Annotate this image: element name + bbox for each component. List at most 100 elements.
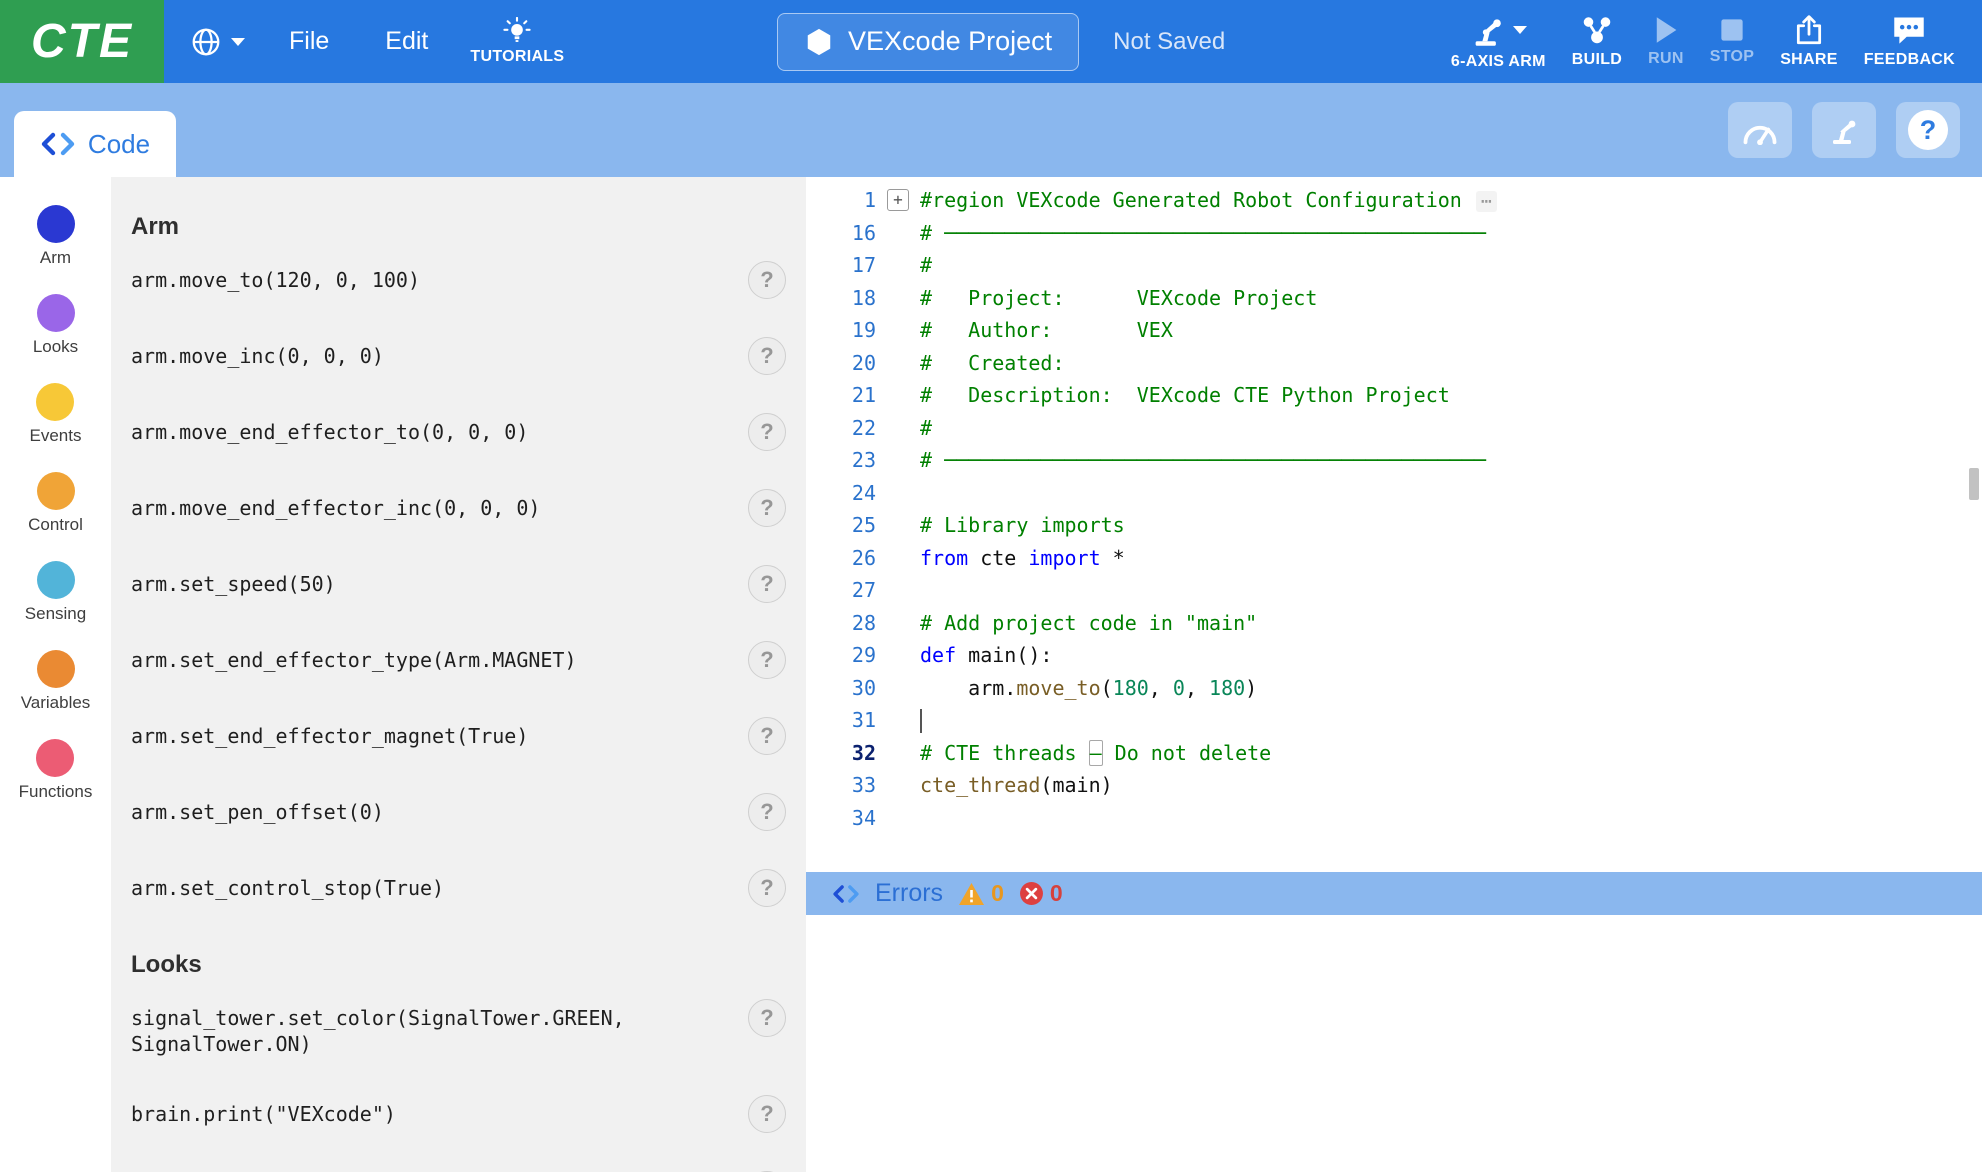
code-token: move_to (1016, 676, 1100, 700)
fold-icon[interactable]: + (887, 189, 909, 211)
project-name-button[interactable]: VEXcode Project (777, 13, 1079, 71)
topbar-actions: 6-AXIS ARM BUILD RUN (1438, 12, 1982, 71)
block-palette: Arm Looks Events Control Sensing Variables Fun… (0, 177, 111, 1172)
command-help-button[interactable]: ? (748, 337, 786, 375)
command-section-title: Looks (131, 951, 786, 979)
menu-file[interactable]: File (261, 0, 357, 83)
command-row[interactable]: arm.move_end_effector_inc(0, 0, 0)? (131, 495, 786, 527)
command-row[interactable]: arm.set_end_effector_magnet(True)? (131, 723, 786, 755)
build-button[interactable]: BUILD (1559, 14, 1635, 69)
palette-category-variables[interactable]: Variables (21, 650, 91, 713)
code-line: 27 (806, 574, 1982, 607)
command-text: arm.move_inc(0, 0, 0) (131, 343, 384, 369)
code-line: 20# Created: (806, 347, 1982, 380)
code-token: Do not delete (1103, 741, 1272, 765)
line-number: 21 (806, 383, 876, 407)
errors-tab-label[interactable]: Errors (875, 879, 943, 908)
command-text: arm.set_end_effector_magnet(True) (131, 723, 528, 749)
code-editor[interactable]: 1+#region VEXcode Generated Robot Config… (806, 177, 1982, 872)
palette-category-sensing[interactable]: Sensing (25, 561, 86, 624)
command-help-button[interactable]: ? (748, 489, 786, 527)
line-number: 29 (806, 643, 876, 667)
feedback-bubble-icon (1892, 14, 1926, 46)
command-text: signal_tower.set_color(SignalTower.GREEN… (131, 1005, 711, 1057)
command-help-button[interactable]: ? (748, 565, 786, 603)
command-help-button[interactable]: ? (748, 413, 786, 451)
warning-count-value: 0 (991, 880, 1004, 907)
command-help-button[interactable]: ? (748, 793, 786, 831)
command-help-button[interactable]: ? (748, 869, 786, 907)
command-help-button[interactable]: ? (748, 1095, 786, 1133)
command-row[interactable]: arm.set_speed(50)? (131, 571, 786, 603)
line-number: 16 (806, 221, 876, 245)
palette-category-arm[interactable]: Arm (37, 205, 75, 268)
command-row[interactable]: brain.print("VEXcode")? (131, 1101, 786, 1133)
menu-edit[interactable]: Edit (357, 0, 456, 83)
command-help-button[interactable]: ? (748, 999, 786, 1037)
feedback-label: FEEDBACK (1864, 51, 1955, 69)
category-color-icon (36, 383, 74, 421)
scrollbar-thumb[interactable] (1969, 468, 1979, 500)
code-token: ( (1101, 676, 1113, 700)
feedback-button[interactable]: FEEDBACK (1851, 14, 1968, 69)
device-view-button[interactable] (1812, 102, 1876, 158)
errors-tab-bar: Errors 0 0 (806, 872, 1982, 915)
help-button[interactable]: ? (1896, 102, 1960, 158)
command-list: Armarm.move_to(120, 0, 100)?arm.move_inc… (111, 177, 806, 1172)
error-circle-icon (1019, 881, 1044, 906)
stop-button[interactable]: STOP (1697, 17, 1767, 66)
category-color-icon (36, 739, 74, 777)
palette-category-functions[interactable]: Functions (19, 739, 93, 802)
stop-label: STOP (1710, 48, 1754, 66)
palette-category-events[interactable]: Events (30, 383, 82, 446)
share-button[interactable]: SHARE (1767, 14, 1851, 69)
run-label: RUN (1648, 50, 1684, 68)
command-row[interactable]: arm.move_to(120, 0, 100)? (131, 267, 786, 299)
code-token: # ──────────────────────────────────────… (920, 448, 1486, 472)
category-label: Variables (21, 693, 91, 713)
line-number: 20 (806, 351, 876, 375)
tutorials-button[interactable]: TUTORIALS (470, 17, 564, 66)
play-icon (1652, 15, 1680, 45)
line-number: 26 (806, 546, 876, 570)
code-text: # Project: VEXcode Project (920, 286, 1317, 310)
language-selector[interactable] (190, 26, 245, 58)
command-row[interactable]: arm.move_end_effector_to(0, 0, 0)? (131, 419, 786, 451)
palette-category-looks[interactable]: Looks (33, 294, 78, 357)
command-help-button[interactable]: ? (748, 641, 786, 679)
run-button[interactable]: RUN (1635, 15, 1697, 68)
category-label: Events (30, 426, 82, 446)
collapsed-region-indicator[interactable]: ⋯ (1476, 191, 1497, 212)
command-help-button[interactable]: ? (748, 261, 786, 299)
project-name-label: VEXcode Project (848, 26, 1052, 57)
command-text: arm.set_pen_offset(0) (131, 799, 384, 825)
command-text: brain.print("VEXcode") (131, 1101, 396, 1127)
command-row[interactable]: arm.set_control_stop(True)? (131, 875, 786, 907)
code-line: 28# Add project code in "main" (806, 607, 1982, 640)
dashboard-button[interactable] (1728, 102, 1792, 158)
command-row[interactable]: arm.set_pen_offset(0)? (131, 799, 786, 831)
command-row[interactable]: signal_tower.set_color(SignalTower.GREEN… (131, 1005, 786, 1057)
command-row[interactable]: arm.set_end_effector_type(Arm.MAGNET)? (131, 647, 786, 679)
palette-category-control[interactable]: Control (28, 472, 83, 535)
command-row[interactable]: arm.move_inc(0, 0, 0)? (131, 343, 786, 375)
code-line: 25# Library imports (806, 509, 1982, 542)
cte-logo-text: CTE (31, 14, 133, 69)
device-selector[interactable]: 6-AXIS ARM (1438, 12, 1559, 71)
code-line: 31 (806, 704, 1982, 737)
line-number: 34 (806, 806, 876, 830)
category-label: Control (28, 515, 83, 535)
code-text: # ──────────────────────────────────────… (920, 221, 1486, 245)
command-help-button[interactable]: ? (748, 717, 786, 755)
line-number: 28 (806, 611, 876, 635)
text-cursor (920, 709, 922, 733)
build-label: BUILD (1572, 51, 1622, 69)
code-token: def (920, 643, 956, 667)
robot-arm-icon (1828, 115, 1860, 145)
category-color-icon (37, 561, 75, 599)
code-token: ) (1245, 676, 1257, 700)
code-token: from (920, 546, 968, 570)
line-number: 31 (806, 708, 876, 732)
tab-code-label: Code (88, 129, 150, 160)
tab-code[interactable]: Code (14, 111, 176, 177)
